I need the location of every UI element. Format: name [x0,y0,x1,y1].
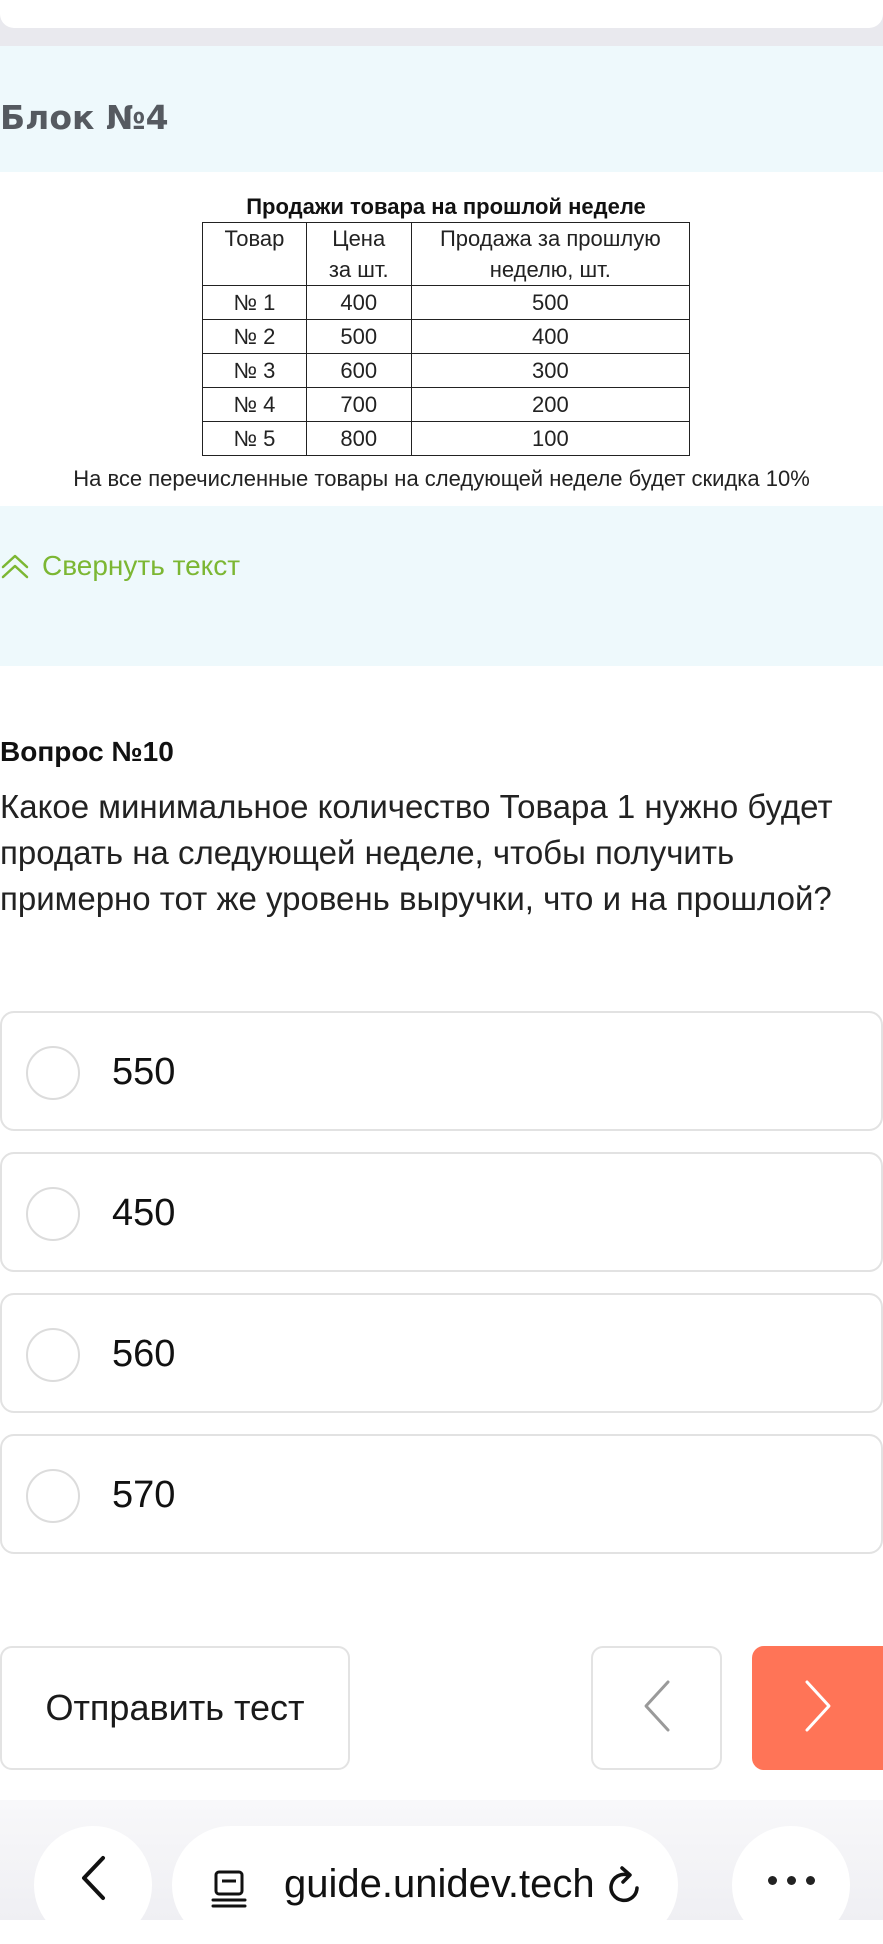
table-cell: 400 [410,319,691,354]
chevron-left-icon [642,1679,672,1738]
collapse-text-label: Свернуть текст [42,550,241,581]
double-chevron-up-icon [0,551,30,581]
table-cell: № 2 [202,319,307,354]
table-cell: 600 [305,353,412,388]
table-cell: 800 [305,421,412,456]
browser-back-button[interactable] [34,1826,152,1944]
previous-question-button[interactable] [591,1646,722,1770]
table-row: № 1 400 500 [202,285,691,320]
question-label: Вопрос №10 [0,736,174,767]
table-row: № 5 800 100 [202,421,691,456]
answer-option-label: 450 [112,1192,176,1234]
table-row: № 4 700 200 [202,387,691,422]
table-cell: 100 [410,421,691,456]
table-cell: 200 [410,387,691,422]
table-cell: 500 [305,319,412,354]
answer-option-label: 570 [112,1474,176,1516]
table-cell: № 5 [202,421,307,456]
more-dots-icon[interactable] [732,1826,850,1944]
table-row: № 3 600 300 [202,353,691,388]
reload-icon[interactable] [604,1864,646,1913]
radio-button[interactable] [26,1328,80,1382]
table-note: На все перечисленные товары на следующей… [73,466,810,491]
answer-option-2[interactable]: 450 [0,1152,883,1272]
table-cell: 500 [410,285,691,320]
table-header-row: Товар Цена за шт. Продажа за прошлую нед… [202,222,691,286]
radio-button[interactable] [26,1046,80,1100]
table-caption: Продажи товара на прошлой неделе [246,194,646,219]
question-text: Какое минимальное количество Товара 1 ну… [0,788,833,917]
address-bar[interactable]: guide.unidev.tech [172,1826,678,1944]
table-cell: № 4 [202,387,307,422]
block-title: Блок №4 [0,98,169,137]
table-cell: 400 [305,285,412,320]
page-settings-icon[interactable] [210,1868,250,1913]
dot [786,1876,796,1885]
previous-card-edge [0,0,883,46]
answer-option-3[interactable]: 560 [0,1293,883,1413]
header-sales: Продажа за прошлую неделю, шт. [410,222,691,286]
header-product: Товар [202,222,307,286]
collapse-text-link[interactable]: Свернуть текст [0,548,240,584]
chevron-left-icon [78,1854,108,1907]
table-row: № 2 500 400 [202,319,691,354]
collapse-area [0,506,883,666]
table-cell: № 3 [202,353,307,388]
submit-test-button[interactable]: Отправить тест [0,1646,350,1770]
browser-toolbar: guide.unidev.tech [0,1800,883,1944]
url-text: guide.unidev.tech [284,1862,595,1906]
radio-button[interactable] [26,1469,80,1523]
table-cell: 700 [305,387,412,422]
dot [805,1876,815,1885]
chevron-right-icon [803,1679,833,1738]
answer-option-4[interactable]: 570 [0,1434,883,1554]
answer-option-label: 560 [112,1333,176,1375]
answer-option-1[interactable]: 550 [0,1011,883,1131]
sales-table: Товар Цена за шт. Продажа за прошлую нед… [202,222,691,456]
table-cell: № 1 [202,285,307,320]
table-cell: 300 [410,353,691,388]
radio-button[interactable] [26,1187,80,1241]
answer-option-label: 550 [112,1051,176,1093]
next-question-button[interactable] [752,1646,883,1770]
previous-card-bottom [0,0,883,28]
header-price: Цена за шт. [305,222,412,286]
dot [767,1876,777,1885]
